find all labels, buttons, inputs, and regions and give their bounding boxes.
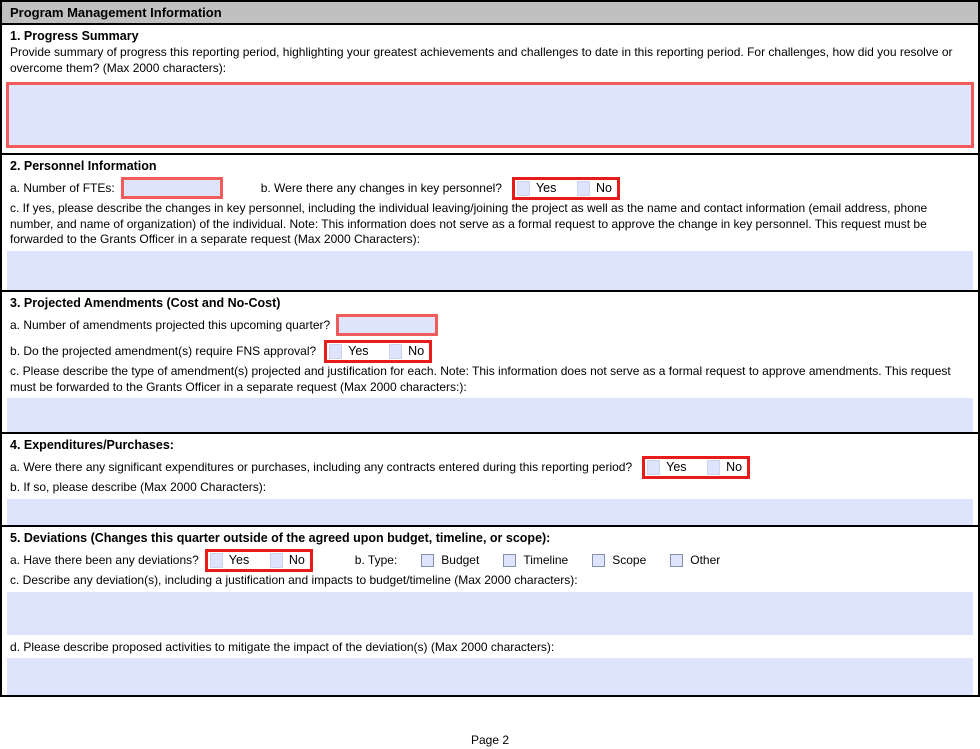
- page-number: Page 2: [470, 733, 510, 747]
- page-footer: Page 2: [0, 697, 980, 747]
- fns-approval-label: b. Do the projected amendment(s) require…: [10, 344, 317, 358]
- key-personnel-change-label: b. Were there any changes in key personn…: [260, 181, 502, 195]
- section-deviations: 5. Deviations (Changes this quarter outs…: [2, 527, 978, 695]
- ftes-input[interactable]: [120, 177, 223, 199]
- section-1-heading: 1. Progress Summary: [10, 29, 139, 43]
- section-progress-summary: 1. Progress Summary Provide summary of p…: [2, 25, 978, 155]
- ftes-label: a. Number of FTEs:: [10, 181, 115, 195]
- expenditures-no-label: No: [726, 460, 743, 474]
- expenditures-yesno-group: Yes No: [642, 455, 751, 479]
- mitigation-describe-label: d. Please describe proposed activities t…: [10, 639, 555, 654]
- amendments-count-row: a. Number of amendments projected this u…: [2, 312, 978, 338]
- section-expenditures-purchases: 4. Expenditures/Purchases: a. Were there…: [2, 434, 978, 527]
- key-personnel-yes-label: Yes: [535, 181, 557, 195]
- program-management-form: Program Management Information 1. Progre…: [0, 0, 980, 697]
- expenditures-question-label: a. Were there any significant expenditur…: [10, 460, 633, 474]
- form-title-bar: Program Management Information: [2, 2, 978, 25]
- deviation-type-timeline-option: Timeline: [503, 553, 568, 567]
- deviations-no-label: No: [288, 553, 305, 567]
- timeline-label: Timeline: [523, 553, 569, 567]
- amendments-describe-label: c. Please describe the type of amendment…: [10, 364, 951, 394]
- personnel-describe-label: c. If yes, please describe the changes i…: [10, 201, 928, 246]
- section-3-heading: 3. Projected Amendments (Cost and No-Cos…: [10, 296, 281, 310]
- amendments-count-label: a. Number of amendments projected this u…: [10, 318, 331, 332]
- deviation-type-budget-option: Budget: [421, 553, 479, 567]
- deviation-type-label: b. Type:: [354, 553, 398, 567]
- expenditures-yes-label: Yes: [666, 460, 687, 474]
- deviation-type-other-option: Other: [670, 553, 720, 567]
- section-4-heading: 4. Expenditures/Purchases:: [10, 438, 174, 452]
- key-personnel-yes-checkbox[interactable]: [516, 180, 530, 196]
- other-checkbox[interactable]: [670, 553, 684, 567]
- timeline-checkbox[interactable]: [503, 553, 517, 567]
- progress-summary-textarea[interactable]: [6, 82, 974, 148]
- deviations-describe-textarea[interactable]: [7, 591, 973, 635]
- personnel-fields-row: a. Number of FTEs: b. Were there any cha…: [2, 175, 978, 201]
- expenditures-describe-label: b. If so, please describe (Max 2000 Char…: [10, 480, 267, 494]
- scope-checkbox[interactable]: [592, 553, 606, 567]
- expenditures-describe-textarea[interactable]: [7, 498, 973, 525]
- key-personnel-no-label: No: [595, 181, 612, 195]
- deviations-yes-checkbox[interactable]: [209, 552, 223, 568]
- mitigation-describe-textarea[interactable]: [7, 658, 973, 695]
- fns-approval-yesno-group: Yes No: [324, 339, 433, 363]
- fns-approval-yes-checkbox[interactable]: [329, 343, 343, 359]
- deviation-type-scope-option: Scope: [592, 553, 646, 567]
- section-projected-amendments: 3. Projected Amendments (Cost and No-Cos…: [2, 292, 978, 434]
- section-2-heading: 2. Personnel Information: [10, 159, 157, 173]
- section-1-prompt: Provide summary of progress this reporti…: [10, 45, 953, 75]
- deviations-yesno-group: Yes No: [204, 548, 313, 572]
- expenditures-question-row: a. Were there any significant expenditur…: [2, 454, 978, 480]
- key-personnel-change-yesno-group: Yes No: [511, 176, 620, 200]
- other-label: Other: [690, 553, 721, 567]
- form-title: Program Management Information: [10, 5, 222, 20]
- page: { "header": { "title": "Program Manageme…: [0, 0, 980, 749]
- deviations-question-row: a. Have there been any deviations? Yes N…: [2, 547, 978, 573]
- deviations-yes-label: Yes: [228, 553, 250, 567]
- personnel-describe-textarea[interactable]: [7, 250, 973, 290]
- budget-label: Budget: [441, 553, 480, 567]
- section-5-heading: 5. Deviations (Changes this quarter outs…: [10, 531, 551, 545]
- fns-approval-no-label: No: [408, 344, 425, 358]
- deviations-no-checkbox[interactable]: [269, 552, 283, 568]
- fns-approval-yes-label: Yes: [348, 344, 369, 358]
- deviations-describe-label: c. Describe any deviation(s), including …: [10, 573, 578, 587]
- amendments-describe-textarea[interactable]: [7, 398, 973, 432]
- amendments-approval-row: b. Do the projected amendment(s) require…: [2, 338, 978, 364]
- expenditures-yes-checkbox[interactable]: [647, 459, 661, 475]
- section-personnel-information: 2. Personnel Information a. Number of FT…: [2, 155, 978, 292]
- amendments-count-input[interactable]: [336, 314, 439, 336]
- budget-checkbox[interactable]: [421, 553, 435, 567]
- expenditures-no-checkbox[interactable]: [707, 459, 721, 475]
- scope-label: Scope: [612, 553, 647, 567]
- deviations-question-label: a. Have there been any deviations?: [10, 553, 199, 567]
- fns-approval-no-checkbox[interactable]: [389, 343, 403, 359]
- key-personnel-no-checkbox[interactable]: [576, 180, 590, 196]
